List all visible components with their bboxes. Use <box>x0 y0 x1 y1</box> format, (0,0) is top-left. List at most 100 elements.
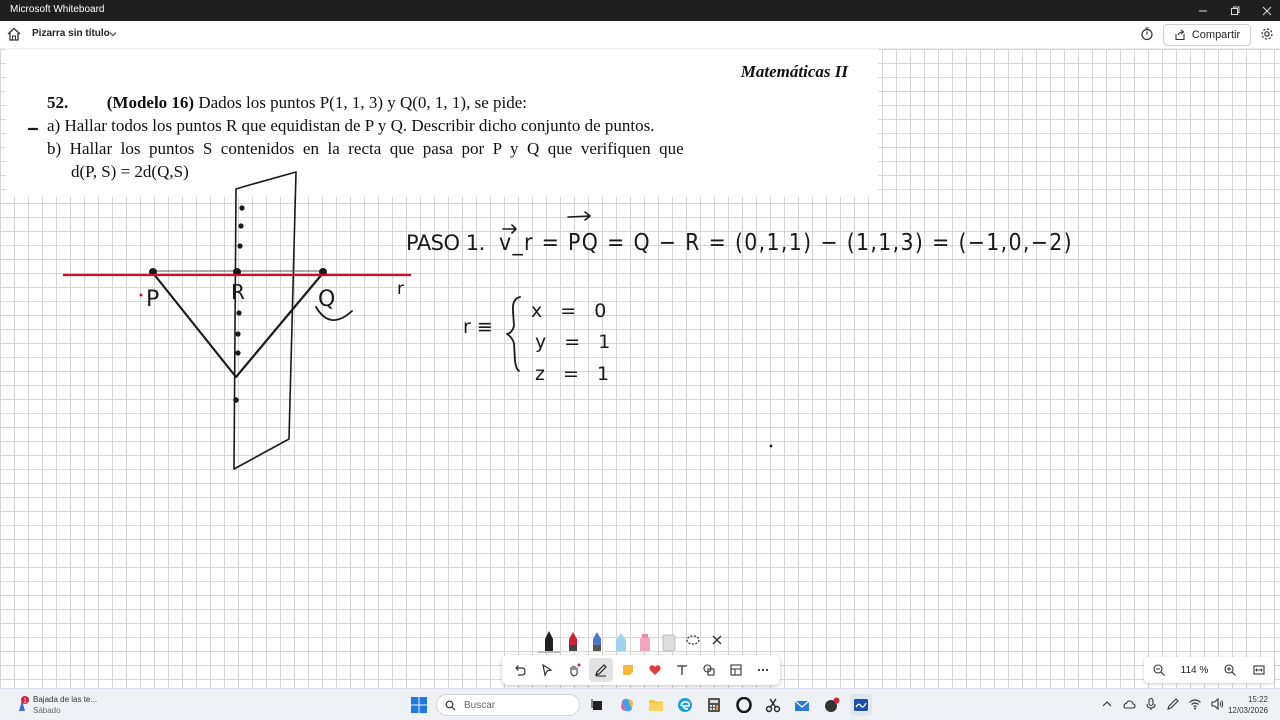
mail-button[interactable] <box>791 694 813 716</box>
weather-alert-icon[interactable]: 1 <box>14 696 30 712</box>
whiteboard-taskbar-button[interactable] <box>850 694 872 716</box>
system-row-z: z = 1 <box>535 363 615 385</box>
maximize-button[interactable] <box>1218 0 1252 21</box>
text-icon <box>676 665 687 675</box>
opera-button[interactable] <box>733 694 755 716</box>
system-row-x: x = 0 <box>531 300 612 322</box>
board-title[interactable]: Pizarra sin título <box>32 28 110 39</box>
whiteboard-app: Microsoft Whiteboard Pizarra sin título … <box>0 0 1280 720</box>
app-toolbar: Pizarra sin título Compartir <box>0 21 1280 49</box>
eraser-icon[interactable] <box>658 629 680 653</box>
weather-widget[interactable]: Bajada de las te... Sábado <box>33 694 97 716</box>
timer-icon[interactable] <box>1140 27 1154 41</box>
ink-plane <box>233 171 297 470</box>
whiteboard-icon <box>854 699 868 711</box>
minimize-button[interactable] <box>1186 0 1220 21</box>
blue-pen-icon[interactable] <box>586 629 608 653</box>
pen-tool[interactable] <box>588 658 613 682</box>
select-tool[interactable] <box>535 658 559 682</box>
calculator-button[interactable] <box>703 694 725 716</box>
chevron-down-icon[interactable] <box>108 29 118 39</box>
zoom-controls: 114 % <box>1144 657 1274 683</box>
reactions-tool[interactable] <box>643 658 667 682</box>
task-view-button[interactable] <box>586 694 608 716</box>
close-window-button[interactable] <box>1250 0 1280 21</box>
red-pen-icon[interactable] <box>562 629 584 653</box>
app-button[interactable] <box>821 694 843 716</box>
minimize-icon <box>1199 10 1207 11</box>
shapes-tool[interactable] <box>697 658 721 682</box>
start-button[interactable] <box>408 694 430 716</box>
window-title: Microsoft Whiteboard <box>10 4 105 15</box>
window-titlebar: Microsoft Whiteboard <box>0 0 1280 21</box>
wifi-icon[interactable] <box>1188 697 1202 711</box>
weather-title: Bajada de las te... <box>33 695 98 704</box>
taskbar: 1 Bajada de las te... Sábado Buscar 15:2… <box>0 688 1280 720</box>
copilot-button[interactable] <box>616 694 638 716</box>
gear-icon[interactable] <box>1260 27 1274 41</box>
folder-icon <box>649 700 663 711</box>
pen-tray-icon[interactable] <box>1166 697 1180 711</box>
pen-palette <box>534 625 746 653</box>
app-icon <box>825 697 840 712</box>
zoom-in-icon[interactable] <box>1223 663 1237 677</box>
mail-icon <box>794 700 810 711</box>
ink-arrow-pq <box>567 211 591 221</box>
opera-icon <box>736 697 752 713</box>
snipping-tool-button[interactable] <box>762 694 784 716</box>
file-explorer-button[interactable] <box>645 694 667 716</box>
zoom-out-icon[interactable] <box>1152 663 1166 677</box>
whiteboard-canvas[interactable]: Matemáticas II 52. (Modelo 16) Dados los… <box>0 49 1280 688</box>
vector-equation: v_r = PQ = Q − R = (0,1,1) − (1,1,3) = (… <box>499 230 1073 256</box>
taskbar-search[interactable]: Buscar <box>436 694 580 716</box>
pen-icon <box>594 664 607 677</box>
pointer-icon <box>541 663 553 677</box>
lasso-icon[interactable] <box>682 629 704 653</box>
templates-tool[interactable] <box>724 658 748 682</box>
tool-bar <box>502 655 780 685</box>
label-r-line: r <box>397 279 404 299</box>
step-label: PASO 1. <box>406 231 485 255</box>
restore-icon <box>1231 6 1240 15</box>
ink-brace <box>506 296 521 372</box>
volume-icon[interactable] <box>1210 697 1224 711</box>
black-pen-icon[interactable] <box>538 629 560 653</box>
highlighter-icon[interactable] <box>610 629 632 653</box>
more-icon <box>757 668 768 672</box>
heart-icon <box>648 665 661 675</box>
system-row-y: y = 1 <box>535 331 616 353</box>
microphone-icon[interactable] <box>1144 697 1158 711</box>
calculator-icon <box>708 698 720 712</box>
label-r: R <box>231 280 245 304</box>
share-button[interactable]: Compartir <box>1163 24 1251 46</box>
close-icon <box>1262 6 1272 15</box>
onedrive-icon[interactable] <box>1122 697 1136 711</box>
hand-tool[interactable] <box>562 658 586 682</box>
more-tools-button[interactable] <box>751 658 775 682</box>
sticky-note-tool[interactable] <box>616 658 640 682</box>
zoom-level[interactable]: 114 % <box>1181 665 1209 676</box>
undo-icon <box>514 665 526 676</box>
close-pen-palette-icon[interactable] <box>706 629 728 653</box>
home-icon[interactable] <box>6 26 22 42</box>
pink-highlighter-icon[interactable] <box>634 629 656 653</box>
edge-button[interactable] <box>674 694 696 716</box>
copilot-icon <box>621 698 633 712</box>
share-icon <box>1175 29 1185 41</box>
red-dot <box>139 293 143 297</box>
ink-layer[interactable]: P R Q r PASO 1. v_r = PQ = Q − R = (0,1,… <box>0 49 1280 688</box>
sticky-note-icon <box>622 665 633 675</box>
clock[interactable]: 15:22 12/03/2026 <box>1228 694 1268 716</box>
clock-time: 15:22 <box>1247 695 1268 704</box>
fit-to-screen-icon[interactable] <box>1252 663 1266 677</box>
hand-icon <box>569 663 580 677</box>
shapes-icon <box>702 664 715 676</box>
scissors-icon <box>765 698 781 713</box>
text-tool[interactable] <box>670 658 694 682</box>
system-name: r ≡ <box>463 316 493 338</box>
undo-button[interactable] <box>508 658 532 682</box>
task-view-icon <box>591 699 602 710</box>
chevron-up-icon[interactable] <box>1100 697 1114 711</box>
edge-icon <box>678 698 692 712</box>
label-q: Q <box>318 287 335 312</box>
